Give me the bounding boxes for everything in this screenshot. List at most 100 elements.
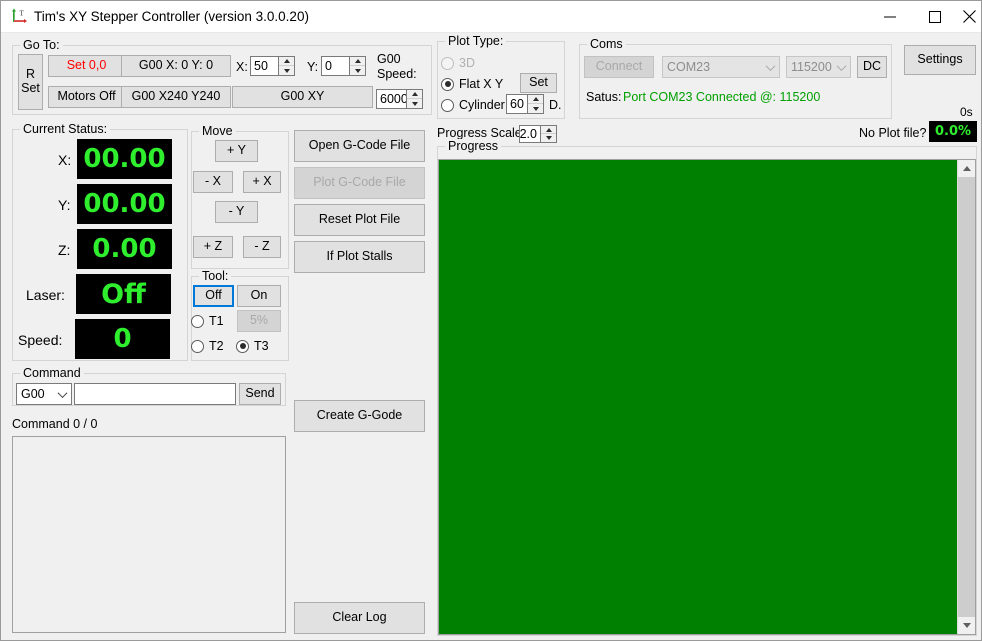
radio-tool-t3[interactable]: T3 [236, 339, 269, 353]
r-set-line1: R [25, 67, 36, 82]
x-target-spin-buttons[interactable] [278, 56, 295, 76]
radio-flat-label: Flat X Y [459, 77, 504, 91]
tool-percent-button[interactable]: 5% [237, 310, 281, 332]
progress-scale-label: Progress Scale: [437, 126, 526, 140]
status-readout-speed: 0 [75, 319, 170, 359]
tool-on-button[interactable]: On [237, 285, 281, 307]
move-plus-z-button[interactable]: + Z [193, 236, 233, 258]
no-plot-file-label: No Plot file? [859, 126, 927, 140]
cylinder-spin-up[interactable] [528, 95, 543, 104]
motors-off-button[interactable]: Motors Off [48, 86, 125, 108]
tool-off-button[interactable]: Off [193, 285, 234, 307]
plot-canvas-container[interactable] [438, 159, 976, 635]
y-target-spin-down[interactable] [350, 66, 365, 75]
cylinder-diameter-value[interactable]: 60 [506, 94, 527, 114]
if-plot-stalls-button[interactable]: If Plot Stalls [294, 241, 425, 273]
minimize-icon[interactable] [867, 1, 912, 32]
command-type-select[interactable]: G00 [16, 383, 72, 405]
scroll-down-icon[interactable] [958, 617, 975, 634]
scroll-track[interactable] [958, 177, 975, 617]
y-target-value[interactable]: 0 [321, 56, 349, 76]
progress-scale-stepper[interactable]: 2.0 [519, 125, 557, 143]
create-gcode-button[interactable]: Create G-Gode [294, 400, 425, 432]
scroll-up-icon[interactable] [958, 160, 975, 177]
radio-3d-label: 3D [459, 56, 475, 70]
progress-scale-spin-up[interactable] [541, 126, 556, 134]
move-minus-z-button[interactable]: - Z [243, 236, 281, 258]
set-zero-button[interactable]: Set 0,0 [48, 55, 125, 77]
close-icon[interactable] [957, 1, 981, 32]
status-label-speed: Speed: [18, 332, 63, 348]
progress-scale-value[interactable]: 2.0 [519, 125, 540, 143]
y-target-spin-up[interactable] [350, 57, 365, 66]
application-window: T Tim's XY Stepper Controller (version 3… [0, 0, 982, 641]
x-target-value[interactable]: 50 [250, 56, 278, 76]
plot-gcode-file-button[interactable]: Plot G-Code File [294, 167, 425, 199]
progress-scale-spin-down[interactable] [541, 134, 556, 142]
g00-speed-value[interactable]: 6000 [376, 89, 406, 109]
y-target-spin-buttons[interactable] [349, 56, 366, 76]
command-log[interactable] [12, 436, 286, 633]
com-port-select[interactable]: COM23 [662, 56, 780, 78]
g00-speed-spin-down[interactable] [407, 99, 422, 108]
percent-readout: 0.0% [929, 121, 977, 142]
g00-speed-stepper[interactable]: 6000 [376, 89, 423, 109]
axes-icon: T [10, 8, 28, 26]
move-plus-y-button[interactable]: + Y [215, 140, 258, 162]
cylinder-spin-buttons[interactable] [527, 94, 544, 114]
tool-legend: Tool: [199, 269, 232, 283]
plot-vertical-scrollbar[interactable] [957, 160, 975, 634]
g00-xy-button[interactable]: G00 XY [232, 86, 373, 108]
cylinder-diameter-stepper[interactable]: 60 [506, 94, 544, 114]
dc-button[interactable]: DC [857, 56, 887, 78]
baud-rate-value: 115200 [791, 60, 832, 74]
radio-plot-flat-xy[interactable]: Flat X Y [441, 77, 503, 91]
plot-type-set-button[interactable]: Set [520, 73, 557, 93]
goto-legend: Go To: [20, 38, 63, 52]
radio-cylinder-dot [441, 98, 454, 112]
command-input[interactable] [74, 383, 236, 405]
open-gcode-file-button[interactable]: Open G-Code File [294, 130, 425, 162]
radio-tool-t1[interactable]: T1 [191, 314, 224, 328]
coms-status-label: Satus: [586, 90, 622, 104]
g00-speed-spin-buttons[interactable] [406, 89, 423, 109]
reset-plot-file-button[interactable]: Reset Plot File [294, 204, 425, 236]
scroll-thumb[interactable] [958, 177, 975, 617]
progress-scale-spin-buttons[interactable] [540, 125, 557, 143]
cylinder-spin-down[interactable] [528, 104, 543, 113]
move-minus-x-button[interactable]: - X [193, 171, 233, 193]
maximize-icon[interactable] [912, 1, 957, 32]
command-counter-label: Command 0 / 0 [12, 417, 98, 431]
radio-tool-t2[interactable]: T2 [191, 339, 224, 353]
status-label-z: Z: [58, 242, 71, 258]
y-target-label: Y: [307, 60, 319, 74]
y-target-stepper[interactable]: 0 [321, 56, 366, 76]
x-target-stepper[interactable]: 50 [250, 56, 295, 76]
radio-plot-cylinder[interactable]: Cylinder [441, 98, 505, 112]
x-target-spin-up[interactable] [279, 57, 294, 66]
elapsed-time-label: 0s [960, 105, 973, 119]
move-plus-x-button[interactable]: + X [243, 171, 281, 193]
plot-canvas[interactable] [439, 160, 957, 634]
clear-log-button[interactable]: Clear Log [294, 602, 425, 634]
radio-plot-3d[interactable]: 3D [441, 56, 475, 70]
connect-button[interactable]: Connect [584, 56, 654, 78]
command-send-button[interactable]: Send [239, 383, 281, 405]
cylinder-unit-label: D. [549, 98, 562, 112]
coms-legend: Coms [587, 37, 626, 51]
current-status-legend: Current Status: [20, 122, 111, 136]
g00-origin-button[interactable]: G00 X: 0 Y: 0 [121, 55, 231, 77]
move-minus-y-button[interactable]: - Y [215, 201, 258, 223]
r-set-button[interactable]: R Set [18, 54, 43, 110]
g00-x240-y240-button[interactable]: G00 X240 Y240 [121, 86, 231, 108]
command-type-value: G00 [21, 387, 45, 401]
radio-3d-dot [441, 56, 454, 70]
settings-button[interactable]: Settings [904, 45, 976, 75]
x-target-spin-down[interactable] [279, 66, 294, 75]
baud-rate-select[interactable]: 115200 [786, 56, 851, 78]
g00-speed-spin-up[interactable] [407, 90, 422, 99]
chevron-down-icon [762, 60, 779, 71]
x-target-label: X: [236, 60, 248, 74]
radio-t3-label: T3 [254, 339, 269, 353]
radio-flat-dot [441, 77, 454, 91]
